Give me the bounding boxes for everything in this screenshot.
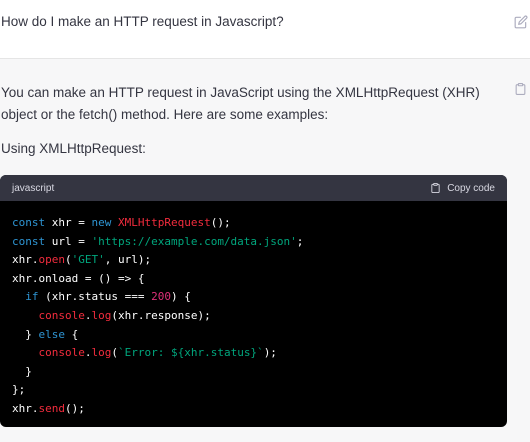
code-line: } [12,363,495,382]
assistant-intro-text: You can make an HTTP request in JavaScri… [1,85,480,122]
code-line: } else { [12,326,495,345]
code-token: 'GET' [71,253,105,267]
code-token: (xhr.response); [111,308,211,322]
code-token: if [25,290,39,304]
code-token: (xhr.status === [38,290,152,304]
code-token: (); [210,216,231,229]
copy-code-label: Copy code [447,182,495,194]
code-token: ; [296,234,304,248]
code-line: if (xhr.status === 200) { [12,288,495,307]
clipboard-icon [431,182,440,194]
user-message: How do I make an HTTP request in Javascr… [0,0,530,59]
code-language-label: javascript [12,182,55,194]
code-line: console.log(`Error: ${xhr.status}`); [12,344,495,363]
code-line: xhr.onload = () => { [12,270,495,289]
code-token: 200 [151,290,171,304]
code-line: const xhr = new XMLHttpRequest(); [12,214,495,233]
copy-code-button[interactable]: Copy code [430,182,495,194]
code-block: javascript Copy code const xhr = new XML… [0,175,507,427]
code-token: ( [65,253,72,267]
code-token: xhr. [12,253,39,267]
code-token: } [12,364,32,378]
code-token: console [38,308,85,322]
code-token: (); [65,401,85,415]
code-token: new [91,216,112,229]
using-xhr-label: Using XMLHttpRequest: [1,141,146,156]
code-line: xhr.send(); [12,400,495,419]
code-token: xhr = [45,216,92,229]
code-header: javascript Copy code [0,175,507,201]
code-content[interactable]: const xhr = new XMLHttpRequest(); const u… [0,201,507,419]
code-token: else [38,327,66,341]
code-token: 'https://example.com/data.json' [91,234,297,248]
code-line: const url = 'https://example.com/data.js… [12,233,495,252]
code-token: ) { [170,290,191,304]
code-token: log [91,308,112,322]
code-token: } [12,327,39,341]
code-line: console.log(xhr.response); [12,307,495,326]
code-token: url = [45,234,92,248]
edit-icon[interactable] [514,15,528,29]
code-token: console [38,346,85,360]
code-token: ); [263,346,277,360]
code-token: open [38,253,66,267]
code-line: xhr.open('GET', url); [12,251,495,270]
code-token: `Error: ${xhr.status}` [117,346,264,360]
code-token: ( [111,346,118,360]
code-token: XMLHttpRequest [117,216,211,229]
code-line: }; [12,381,495,400]
clipboard-icon[interactable] [514,82,527,96]
code-token: log [91,346,112,360]
code-token: , url); [104,253,152,267]
code-token: const [12,216,46,229]
user-message-text: How do I make an HTTP request in Javascr… [1,14,284,29]
code-token: xhr.onload = () => { [12,271,145,285]
code-token: send [38,401,66,415]
code-token: { [65,327,79,341]
code-token: const [12,234,46,248]
code-token: xhr. [12,401,39,415]
code-token: }; [12,383,26,397]
